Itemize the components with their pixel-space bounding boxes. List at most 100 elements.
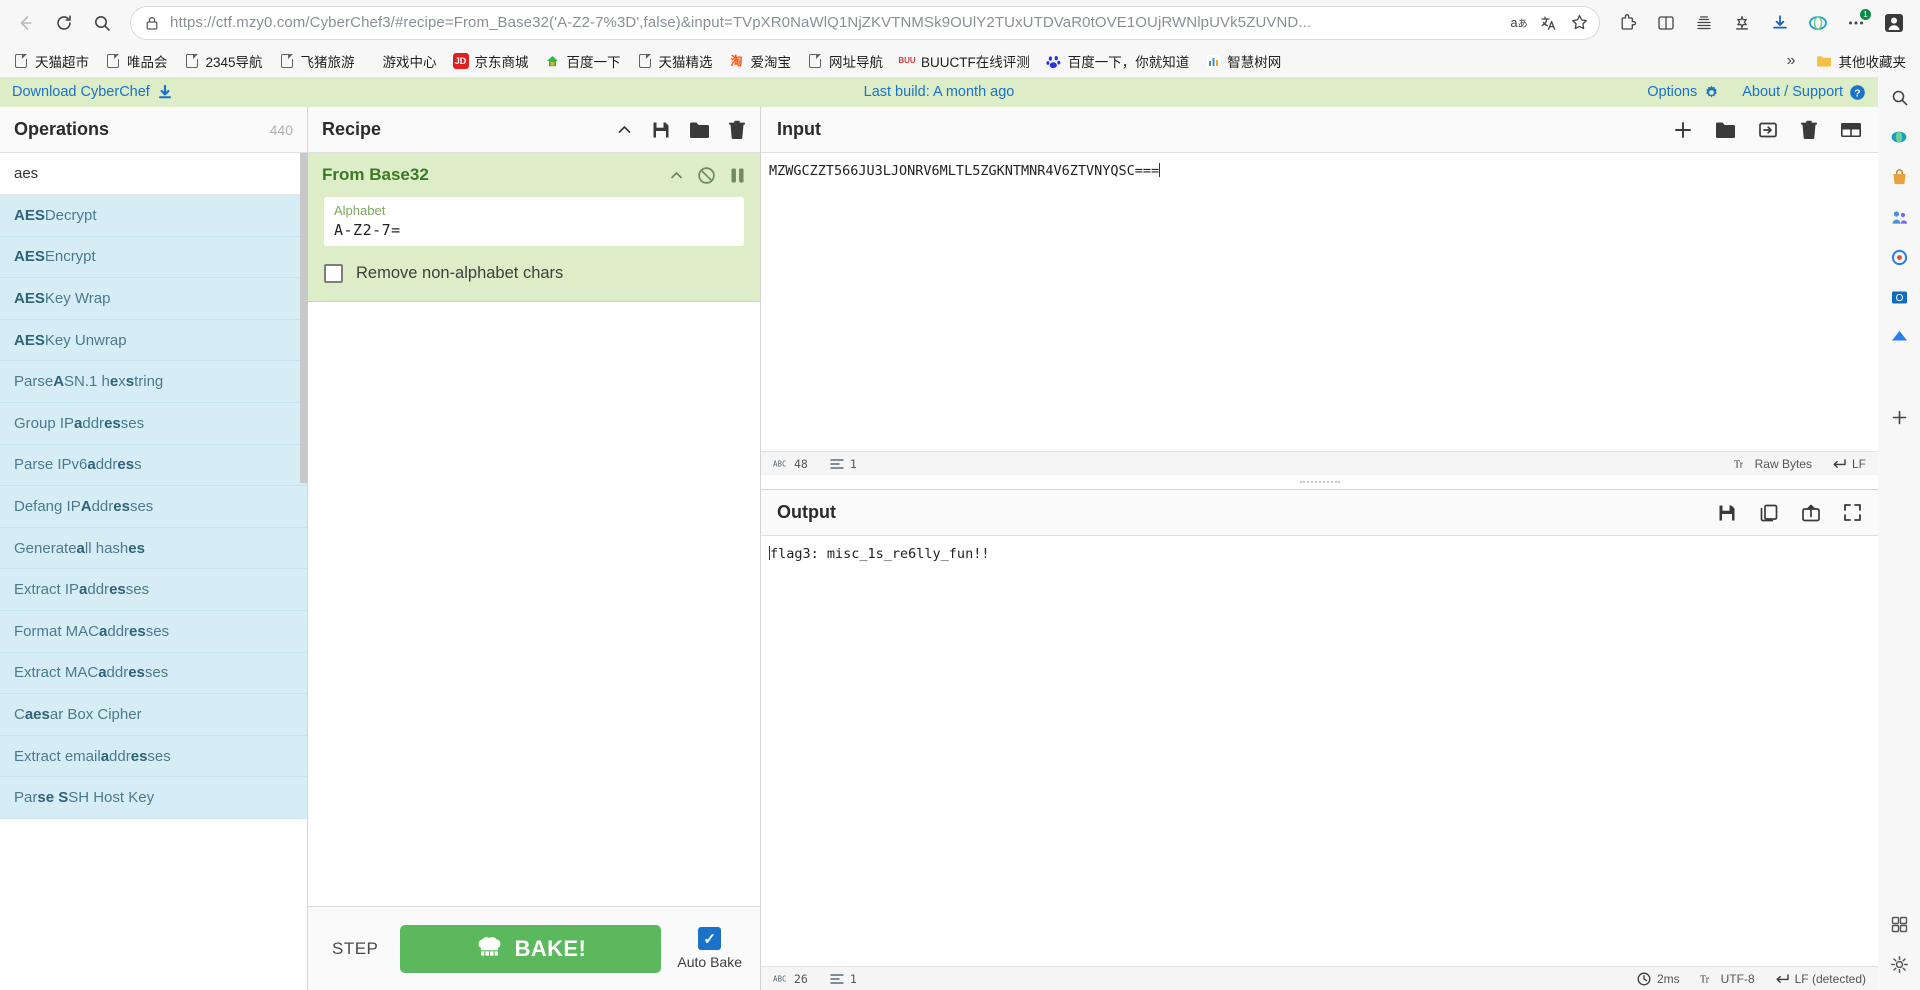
- output-line-ending-selector[interactable]: LF (detected): [1775, 972, 1866, 986]
- pause-breakpoint-icon[interactable]: [729, 166, 746, 185]
- sidebar-outlook-icon[interactable]: O: [1887, 285, 1911, 309]
- search-icon[interactable]: [84, 5, 120, 41]
- replace-input-with-output-icon[interactable]: [1801, 503, 1821, 523]
- input-tabs-icon[interactable]: [1840, 121, 1862, 139]
- sidebar-copilot-icon[interactable]: [1887, 125, 1911, 149]
- download-cyberchef-link[interactable]: Download CyberChef: [12, 84, 173, 100]
- bookmarks-overflow-button[interactable]: »: [1777, 52, 1806, 70]
- sidebar-settings-icon[interactable]: [1887, 952, 1911, 976]
- address-bar[interactable]: https://ctf.mzy0.com/CyberChef3/#recipe=…: [130, 5, 1600, 40]
- bookmark-item[interactable]: 天猫超市: [6, 48, 96, 74]
- sidebar-apps-icon[interactable]: [1887, 912, 1911, 936]
- load-recipe-folder-icon[interactable]: [689, 121, 710, 139]
- chevron-up-icon[interactable]: [616, 121, 633, 138]
- auto-bake-toggle[interactable]: ✓ Auto Bake: [677, 927, 742, 970]
- operation-group-ip-addresses[interactable]: Group IP a ddr es ses: [0, 402, 307, 445]
- bookmark-item[interactable]: 唯品会: [98, 48, 175, 74]
- operation-generate-all-hashes[interactable]: Generate a ll hash es: [0, 527, 307, 570]
- translate-icon[interactable]: [1534, 8, 1564, 38]
- bookmark-item[interactable]: 飞猪旅游: [272, 48, 362, 74]
- bookmark-item[interactable]: 天猫精选: [630, 48, 720, 74]
- disable-operation-icon[interactable]: [697, 166, 716, 185]
- split-screen-icon[interactable]: [1648, 5, 1684, 41]
- operation-format-mac-addresses[interactable]: Format MAC a ddr es ses: [0, 610, 307, 653]
- settings-more-icon[interactable]: 1: [1838, 5, 1874, 41]
- bookmark-item[interactable]: 百度一下: [538, 48, 628, 74]
- input-line-ending-selector[interactable]: LF: [1832, 457, 1866, 471]
- recipe-operation-from-base32[interactable]: From Base32 Alphabet A-Z2-7= Remove non-…: [308, 153, 760, 302]
- clear-recipe-trash-icon[interactable]: [728, 120, 746, 140]
- operations-search-input[interactable]: [0, 153, 307, 195]
- url-text[interactable]: https://ctf.mzy0.com/CyberChef3/#recipe=…: [170, 14, 1504, 31]
- operation-extract-ip-addresses[interactable]: Extract IP a ddr es ses: [0, 569, 307, 611]
- op-rest: Key Wrap: [44, 289, 111, 307]
- bookmark-item[interactable]: 网址导航: [800, 48, 890, 74]
- sidebar-add-icon[interactable]: [1887, 405, 1911, 429]
- bookmark-item[interactable]: 智慧树网: [1198, 48, 1288, 74]
- op-match: s: [41, 705, 50, 723]
- back-arrow-icon[interactable]: [8, 5, 44, 41]
- save-output-icon[interactable]: [1717, 503, 1737, 523]
- operation-parse-asn1-hex-string[interactable]: Parse A SN.1 hex s tring: [0, 361, 307, 403]
- input-header: Input: [761, 107, 1878, 153]
- bookmark-item[interactable]: 2345导航: [177, 48, 270, 74]
- bookmark-item[interactable]: 游戏中心: [376, 48, 444, 74]
- operation-extract-mac-addresses[interactable]: Extract MAC a ddr es ses: [0, 652, 307, 695]
- chevron-up-icon[interactable]: [669, 168, 684, 183]
- copilot-icon[interactable]: [1800, 5, 1836, 41]
- operation-caesar-box-cipher[interactable]: Cae s ar Box Cipher: [0, 694, 307, 736]
- op-match: es: [128, 539, 145, 557]
- sidebar-office-icon[interactable]: [1887, 245, 1911, 269]
- input-encoding-selector[interactable]: Tr Raw Bytes: [1734, 457, 1812, 471]
- add-input-tab-icon[interactable]: [1673, 120, 1693, 140]
- input-textarea[interactable]: MZWGCZZT566JU3LJONRV6MLTL5ZGKNTMNR4V6ZTV…: [761, 153, 1878, 451]
- save-recipe-icon[interactable]: [651, 120, 671, 140]
- options-button[interactable]: Options: [1647, 84, 1720, 101]
- operation-defang-ip-addresses[interactable]: Defang IP Addr es ses: [0, 486, 307, 528]
- sidebar-shopping-icon[interactable]: [1887, 165, 1911, 189]
- clear-input-trash-icon[interactable]: [1800, 120, 1818, 140]
- operation-parse-ipv6-address[interactable]: Parse IPv6 a ddr es s: [0, 444, 307, 487]
- recipe-title: Recipe: [322, 119, 382, 139]
- step-button[interactable]: STEP: [326, 929, 384, 969]
- browser-essentials-icon[interactable]: [1724, 5, 1760, 41]
- sidebar-search-icon[interactable]: [1887, 85, 1911, 109]
- auto-bake-checkbox[interactable]: ✓: [698, 927, 722, 950]
- output-encoding-selector[interactable]: Tr UTF-8: [1700, 972, 1755, 986]
- operations-scrollbar[interactable]: [300, 153, 308, 483]
- sidebar-tools-icon[interactable]: [1887, 205, 1911, 229]
- sidebar-games-icon[interactable]: [1887, 325, 1911, 349]
- bookmark-item[interactable]: 百度一下，你就知道: [1039, 48, 1197, 74]
- auto-bake-label: Auto Bake: [677, 954, 742, 970]
- maximise-output-icon[interactable]: [1843, 503, 1862, 522]
- operation-parse-ssh-host-key[interactable]: Par s e S SH Host Key: [0, 777, 307, 819]
- operation-aes-key-unwrap[interactable]: AES Key Unwrap: [0, 319, 307, 362]
- bake-button[interactable]: BAKE!: [400, 924, 662, 973]
- checkbox-box[interactable]: [324, 263, 343, 283]
- remove-non-alphabet-chars-checkbox[interactable]: Remove non-alphabet chars: [324, 263, 744, 283]
- operation-extract-email-addresses[interactable]: Extract email a ddr es ses: [0, 735, 307, 778]
- output-textarea[interactable]: flag3: misc_1s_re6lly_fun!!: [761, 536, 1878, 966]
- extensions-icon[interactable]: [1610, 5, 1646, 41]
- operation-aes-decrypt[interactable]: AES Decrypt: [0, 195, 307, 237]
- open-file-as-input-icon[interactable]: [1758, 120, 1778, 140]
- bookmark-item[interactable]: JD 京东商城: [446, 48, 536, 74]
- collections-icon[interactable]: [1686, 5, 1722, 41]
- op-rest: ses: [147, 747, 171, 765]
- favorite-star-icon[interactable]: [1564, 8, 1594, 38]
- open-folder-as-input-icon[interactable]: [1715, 121, 1736, 139]
- recipe-alphabet-value[interactable]: A-Z2-7=: [334, 221, 734, 239]
- operation-aes-key-wrap[interactable]: AES Key Wrap: [0, 278, 307, 320]
- copy-output-icon[interactable]: [1759, 503, 1779, 523]
- profile-avatar[interactable]: [1876, 5, 1912, 41]
- read-aloud-icon[interactable]: aあ: [1504, 8, 1534, 38]
- bookmark-item[interactable]: BUU BUUCTF在线评测: [892, 48, 1037, 74]
- other-favorites-button[interactable]: 其他收藏夹: [1808, 48, 1915, 74]
- bookmark-item[interactable]: 淘爱淘宝: [722, 48, 799, 74]
- reload-icon[interactable]: [46, 5, 82, 41]
- about-support-button[interactable]: About / Support ?: [1742, 84, 1866, 101]
- io-splitter[interactable]: [761, 475, 1878, 489]
- operation-aes-encrypt[interactable]: AES Encrypt: [0, 236, 307, 279]
- downloads-icon[interactable]: [1762, 5, 1798, 41]
- recipe-alphabet-field[interactable]: Alphabet A-Z2-7=: [324, 197, 744, 246]
